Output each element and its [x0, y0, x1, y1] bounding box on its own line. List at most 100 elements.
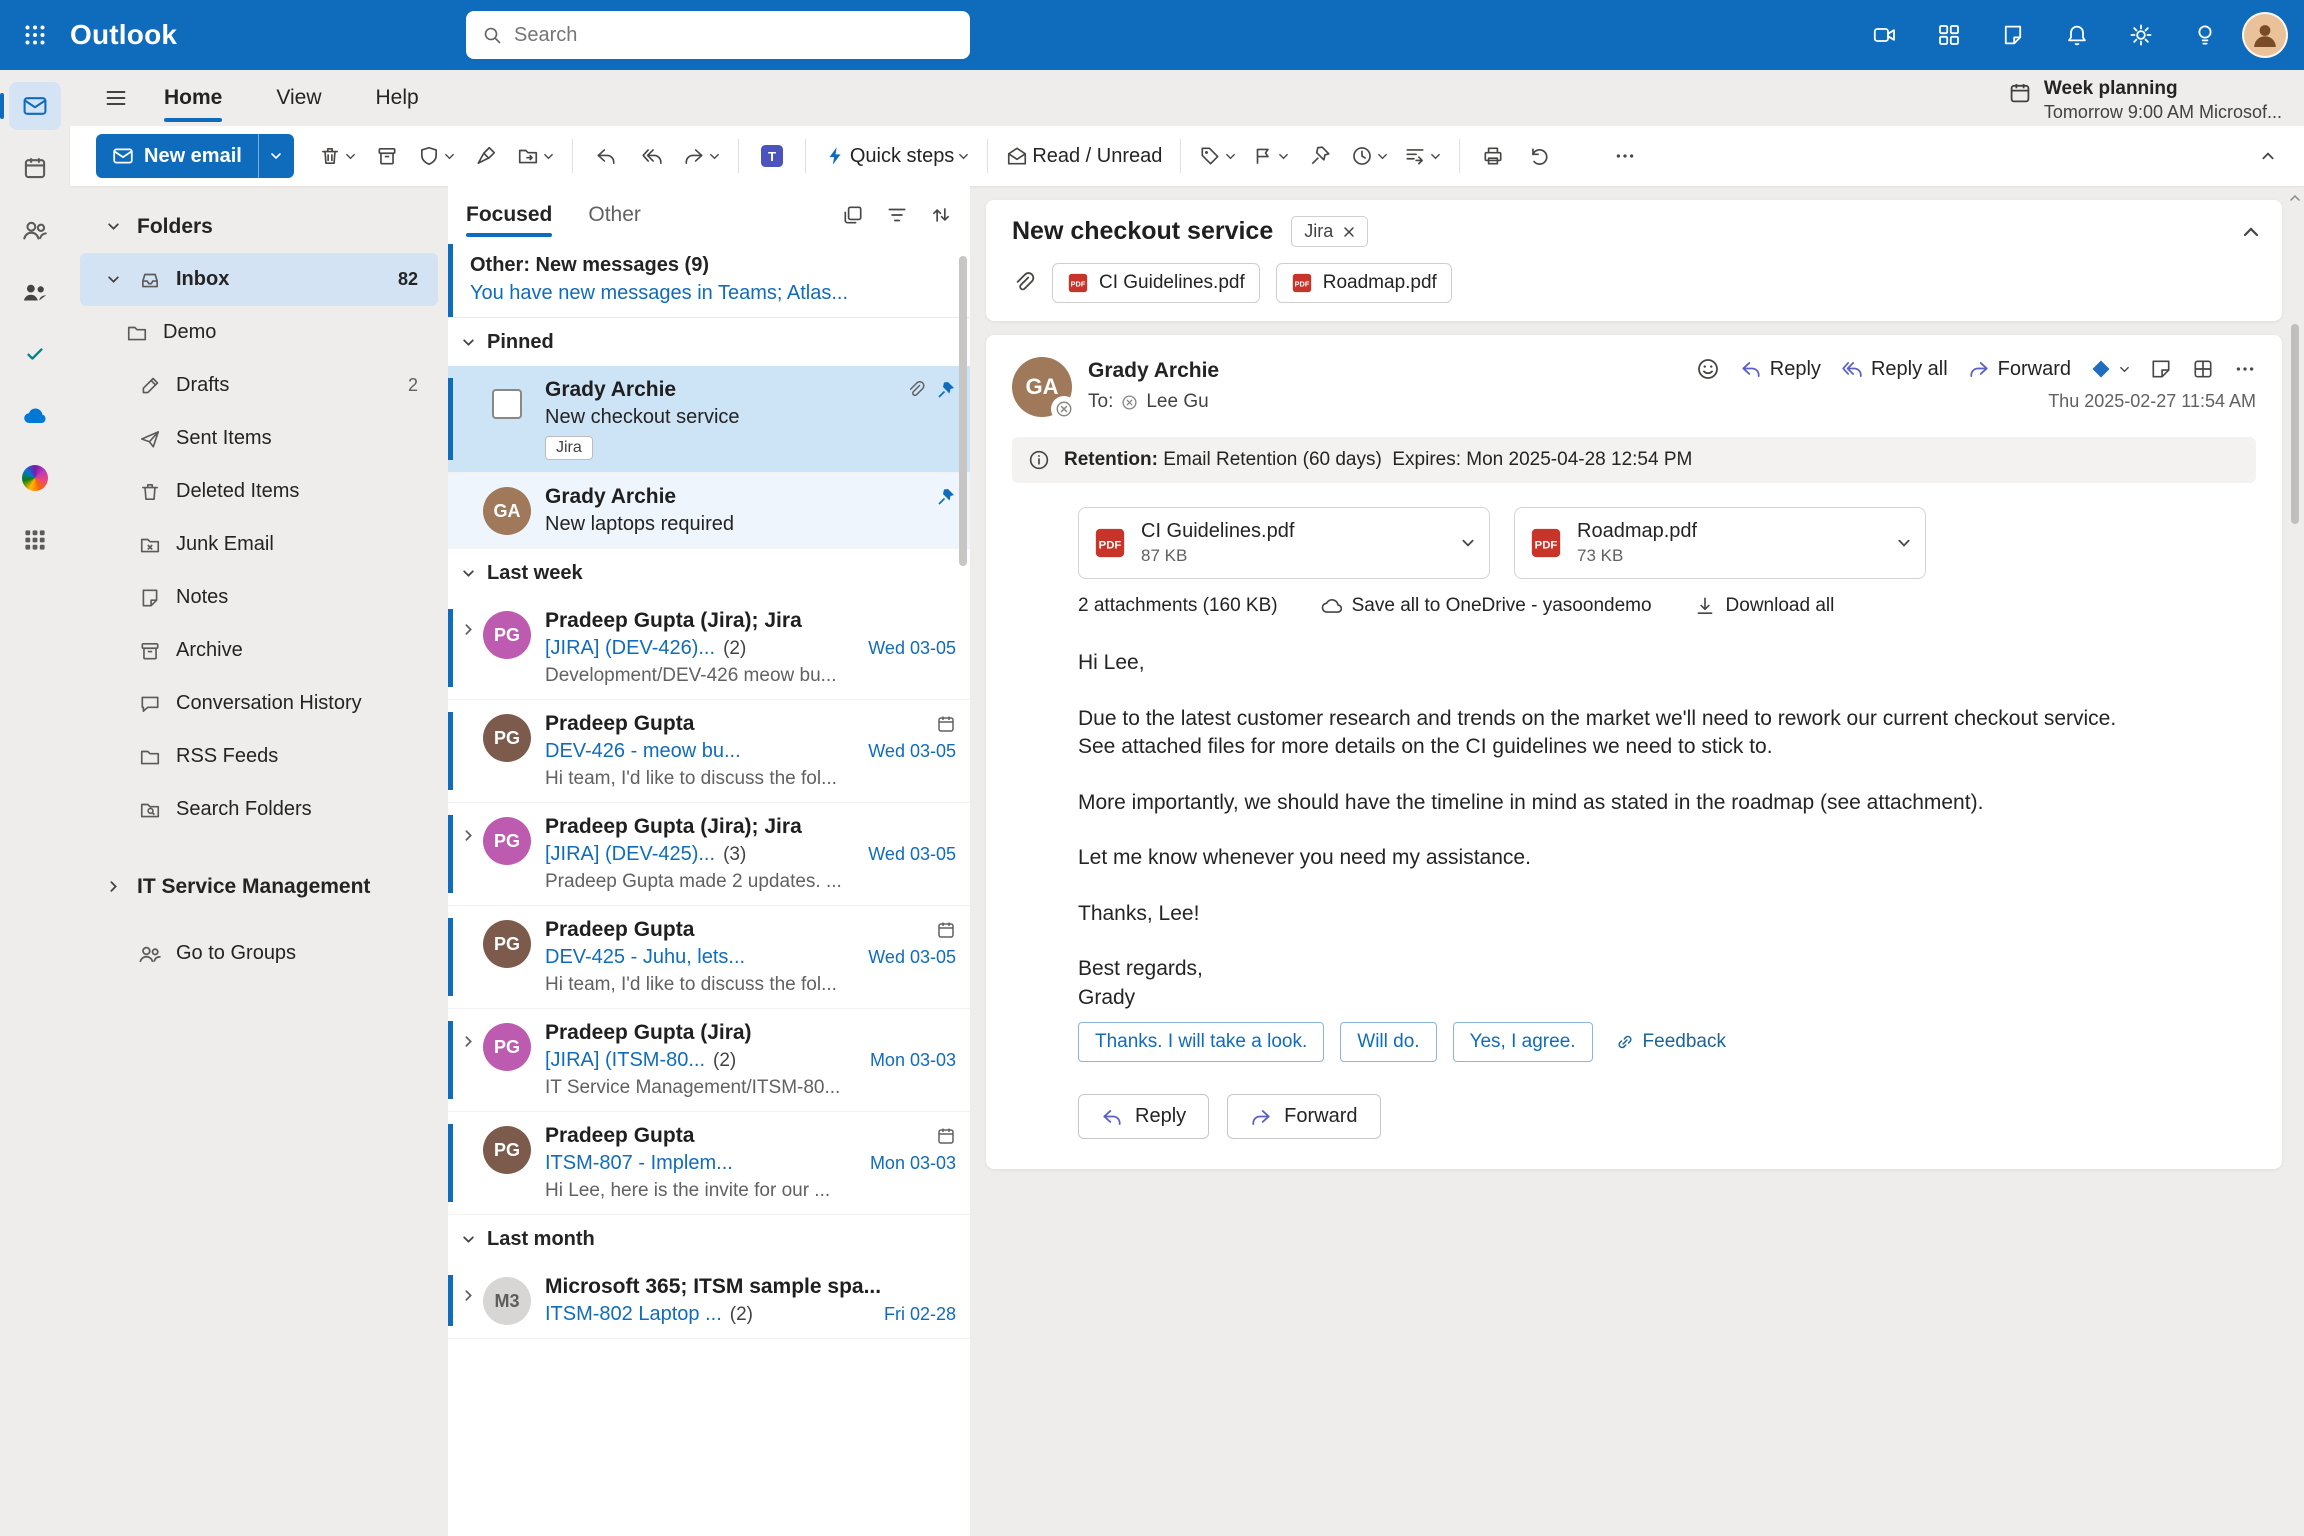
expand-conversation-icon[interactable]: [453, 1035, 483, 1048]
profile-avatar[interactable]: [2242, 12, 2288, 58]
go-to-groups[interactable]: Go to Groups: [80, 927, 438, 980]
quick-steps-button[interactable]: Quick steps: [817, 134, 976, 178]
folders-header[interactable]: Folders: [80, 200, 438, 253]
suggested-reply-button[interactable]: Yes, I agree.: [1452, 1022, 1593, 1063]
read-unread-button[interactable]: Read / Unread: [999, 134, 1169, 178]
collapse-conversation-button[interactable]: [2242, 223, 2260, 241]
other-new-messages-banner[interactable]: Other: New messages (9) You have new mes…: [448, 244, 970, 318]
delete-button[interactable]: [312, 134, 363, 178]
select-all-icon[interactable]: [842, 204, 864, 226]
categorize-button[interactable]: [1192, 134, 1243, 178]
notes-feed-button[interactable]: [1986, 8, 2040, 62]
apps-button[interactable]: [1922, 8, 1976, 62]
pin-button[interactable]: [1298, 134, 1342, 178]
avatar[interactable]: PG: [483, 1126, 531, 1174]
scrollbar-thumb[interactable]: [2291, 324, 2299, 524]
attachment-chip[interactable]: PDF Roadmap.pdf: [1275, 263, 1452, 303]
folder-notes[interactable]: Notes: [80, 571, 438, 624]
folder-demo[interactable]: Demo: [80, 306, 438, 359]
tab-home[interactable]: Home: [164, 70, 223, 126]
avatar[interactable]: PG: [483, 611, 531, 659]
sender-name[interactable]: Grady Archie: [1088, 359, 1696, 383]
notifications-button[interactable]: [2050, 8, 2104, 62]
report-button[interactable]: [411, 134, 462, 178]
forward-button[interactable]: Forward: [1227, 1094, 1381, 1140]
suggested-reply-button[interactable]: Will do.: [1340, 1022, 1437, 1063]
avatar[interactable]: PG: [483, 920, 531, 968]
expand-conversation-icon[interactable]: [453, 829, 483, 842]
tab-other[interactable]: Other: [588, 186, 641, 244]
apps-addin-button[interactable]: [2091, 359, 2130, 379]
reply-all-button[interactable]: Reply all: [1841, 358, 1948, 381]
tab-focused[interactable]: Focused: [466, 186, 553, 244]
sort-icon[interactable]: [930, 204, 952, 226]
jira-tag-chip[interactable]: Jira: [1291, 216, 1369, 247]
rules-button[interactable]: [1397, 134, 1448, 178]
chevron-down-icon[interactable]: [102, 273, 124, 286]
expand-conversation-icon[interactable]: [453, 1289, 483, 1302]
recipient-name[interactable]: Lee Gu: [1146, 391, 1208, 413]
sticky-note-icon[interactable]: [2150, 358, 2172, 380]
folder-drafts[interactable]: Drafts 2: [80, 359, 438, 412]
undo-button[interactable]: [1517, 134, 1561, 178]
message-row[interactable]: M3 Microsoft 365; ITSM sample spa... ITS…: [448, 1263, 970, 1339]
folder-rss-feeds[interactable]: RSS Feeds: [80, 730, 438, 783]
avatar[interactable]: M3: [483, 1277, 531, 1325]
rail-m365-apps[interactable]: [9, 454, 61, 502]
more-options-icon[interactable]: [2234, 358, 2256, 380]
message-row[interactable]: PG Pradeep Gupta ITSM-807 - Implem... Mo…: [448, 1112, 970, 1215]
rail-mail[interactable]: [0, 82, 61, 130]
message-row[interactable]: GA Grady Archie New laptops required: [448, 473, 970, 549]
forward-button[interactable]: [676, 134, 727, 178]
window-scrollbar[interactable]: [2287, 192, 2303, 1536]
rail-people[interactable]: [9, 206, 61, 254]
meet-now-button[interactable]: [1858, 8, 1912, 62]
select-checkbox[interactable]: [492, 389, 522, 419]
section-pinned[interactable]: Pinned: [448, 318, 970, 366]
reply-button[interactable]: Reply: [1078, 1094, 1210, 1140]
chevron-down-icon[interactable]: [1461, 536, 1475, 550]
message-row[interactable]: PG Pradeep Gupta (Jira); Jira [JIRA] (DE…: [448, 597, 970, 700]
folder-sent-items[interactable]: Sent Items: [80, 412, 438, 465]
avatar[interactable]: PG: [483, 714, 531, 762]
avatar[interactable]: PG: [483, 1023, 531, 1071]
folder-archive[interactable]: Archive: [80, 624, 438, 677]
chevron-down-icon[interactable]: [1897, 536, 1911, 550]
sweep-button[interactable]: [464, 134, 508, 178]
tips-button[interactable]: [2178, 8, 2232, 62]
expand-conversation-icon[interactable]: [453, 623, 483, 636]
attachment-chip[interactable]: PDF CI Guidelines.pdf: [1052, 263, 1260, 303]
feedback-link[interactable]: Feedback: [1615, 1031, 1726, 1053]
rail-groups[interactable]: [9, 268, 61, 316]
message-row[interactable]: PG Pradeep Gupta (Jira); Jira [JIRA] (DE…: [448, 803, 970, 906]
folder-conversation-history[interactable]: Conversation History: [80, 677, 438, 730]
rail-calendar[interactable]: [9, 144, 61, 192]
folder-junk-email[interactable]: Junk Email: [80, 518, 438, 571]
section-last-month[interactable]: Last month: [448, 1215, 970, 1263]
archive-button[interactable]: [365, 134, 409, 178]
settings-button[interactable]: [2114, 8, 2168, 62]
message-row[interactable]: PG Pradeep Gupta DEV-426 - meow bu... We…: [448, 700, 970, 803]
new-email-dropdown[interactable]: [257, 134, 294, 178]
avatar[interactable]: PG: [483, 817, 531, 865]
pin-icon[interactable]: [936, 487, 956, 507]
section-it-service-management[interactable]: IT Service Management: [80, 860, 438, 913]
search-bar[interactable]: [466, 11, 970, 59]
scroll-up-icon[interactable]: [2289, 192, 2301, 204]
reading-pane-layout-icon[interactable]: [2192, 358, 2214, 380]
emoji-reaction-icon[interactable]: [1696, 357, 1720, 381]
rail-more-apps[interactable]: [9, 516, 61, 564]
folder-search-folders[interactable]: Search Folders: [80, 783, 438, 836]
toggle-folder-pane-button[interactable]: [94, 76, 138, 120]
pin-icon[interactable]: [936, 380, 956, 400]
reply-button[interactable]: [584, 134, 628, 178]
avatar[interactable]: GA: [483, 487, 531, 535]
app-launcher-button[interactable]: [0, 0, 70, 70]
folder-inbox[interactable]: Inbox 82: [80, 253, 438, 306]
search-input[interactable]: [514, 23, 954, 47]
message-row[interactable]: PG Pradeep Gupta DEV-425 - Juhu, lets...…: [448, 906, 970, 1009]
print-button[interactable]: [1471, 134, 1515, 178]
move-to-button[interactable]: [510, 134, 561, 178]
download-all-button[interactable]: Download all: [1694, 595, 1834, 617]
tab-help[interactable]: Help: [376, 70, 419, 126]
